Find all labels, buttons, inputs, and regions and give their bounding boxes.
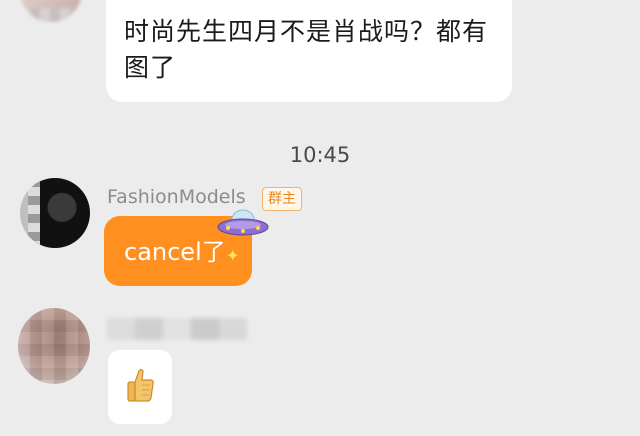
sparkle-icon: ✦: [226, 246, 240, 265]
ufo-icon: [217, 209, 269, 236]
message-text: cancel了: [124, 238, 226, 266]
message-bubble[interactable]: [108, 350, 172, 424]
message-text: 时尚先生四月不是肖战吗？都有图了: [124, 17, 489, 82]
avatar[interactable]: [18, 308, 90, 384]
message-bubble[interactable]: 时尚先生四月不是肖战吗？都有图了: [106, 0, 512, 102]
sender-name-blurred: [107, 318, 247, 340]
timestamp: 10:45: [289, 143, 351, 167]
avatar[interactable]: [20, 0, 82, 22]
avatar-fashionmodels[interactable]: [20, 178, 90, 248]
sender-name: FashionModels: [107, 186, 246, 208]
thumbs-up-icon: [127, 368, 154, 402]
